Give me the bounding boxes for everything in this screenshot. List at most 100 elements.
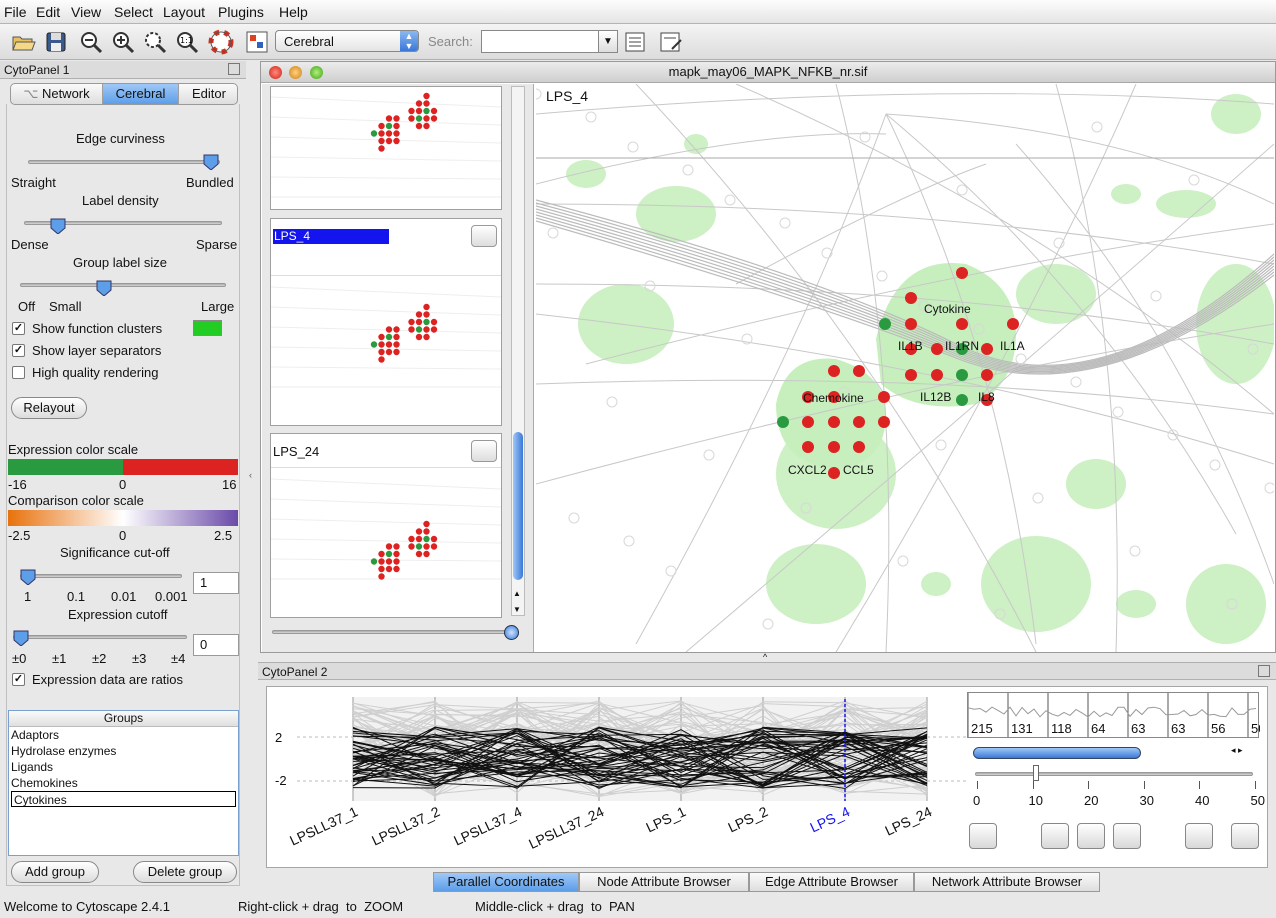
group-label-size-off: Off: [18, 299, 36, 314]
mini-node: [385, 558, 393, 565]
parallel-coordinates-plot[interactable]: LPSLL37_1 LPSLL37_2 LPSLL37_4 LPSLL37_24 LPS…: [267, 687, 967, 867]
canvas-condition-label: LPS_4: [546, 88, 589, 104]
mini-node: [378, 565, 385, 573]
gene-node: [853, 365, 865, 377]
zoom-reset-icon[interactable]: [1077, 823, 1105, 849]
mini-node: [415, 528, 423, 535]
tab-cerebral[interactable]: Cerebral: [103, 84, 179, 104]
relayout-button[interactable]: Relayout: [11, 397, 87, 419]
significance-input[interactable]: 1: [193, 572, 239, 594]
scroll-down-icon[interactable]: ▼: [513, 605, 521, 614]
histogram-scrollbar-thumb[interactable]: [973, 747, 1141, 759]
list-item-selected[interactable]: Cytokines: [11, 791, 236, 807]
expression-scale-max: 16: [222, 477, 237, 492]
status-bar: Welcome to Cytoscape 2.4.1 Right-click +…: [0, 896, 1276, 918]
show-layer-separators-checkbox[interactable]: ✓: [12, 344, 25, 357]
mini-node: [378, 550, 385, 558]
menu-edit[interactable]: Edit: [36, 4, 60, 20]
histogram-strip[interactable]: 215 131 118 64 63 63 56 50: [967, 692, 1265, 738]
thumbnail-zoom-slider[interactable]: [504, 625, 519, 640]
delete-group-button[interactable]: Delete group: [133, 861, 237, 883]
maximize-window-icon[interactable]: [310, 66, 323, 79]
menu-select[interactable]: Select: [114, 4, 153, 20]
list-item[interactable]: Adaptors: [9, 727, 238, 743]
edge-curviness-slider[interactable]: [203, 154, 219, 170]
zoom-fit-icon[interactable]: 1:1: [174, 29, 200, 55]
thumbnail-panel[interactable]: [270, 86, 502, 210]
group-label-size-slider[interactable]: [96, 280, 112, 296]
expression-cutoff-slider[interactable]: [13, 630, 29, 646]
cluster-color-swatch[interactable]: [193, 320, 222, 336]
expand-thumbnail-icon[interactable]: [471, 440, 497, 462]
zoom-icon[interactable]: [1041, 823, 1069, 849]
add-group-button[interactable]: Add group: [11, 861, 99, 883]
float-panel-icon[interactable]: [228, 63, 240, 75]
layout-icon[interactable]: [244, 29, 270, 55]
mini-node: [385, 348, 393, 356]
collapse-arrow-icon[interactable]: ‹: [249, 470, 252, 480]
collapse-arrow-icon[interactable]: ^: [763, 652, 767, 662]
function-cluster-region: [1156, 190, 1216, 218]
menu-plugins[interactable]: Plugins: [218, 4, 264, 20]
search-input[interactable]: [481, 30, 599, 53]
search-options-icon[interactable]: [622, 29, 648, 55]
tab-edge-attribute-browser[interactable]: Edge Attribute Browser: [749, 872, 914, 892]
mini-network: [271, 478, 501, 580]
tab-editor[interactable]: Editor: [179, 84, 237, 104]
show-function-clusters-label: Show function clusters: [32, 321, 163, 336]
menu-file[interactable]: File: [4, 4, 27, 20]
scrollbar-thumb[interactable]: [513, 432, 523, 580]
tab-node-attribute-browser[interactable]: Node Attribute Browser: [579, 872, 749, 892]
float-panel-icon[interactable]: [1258, 665, 1270, 677]
menu-view[interactable]: View: [71, 4, 101, 20]
gene-label: CXCL2: [788, 463, 827, 477]
tab-network-attribute-browser[interactable]: Network Attribute Browser: [914, 872, 1100, 892]
thumbnail-panel[interactable]: LPS_24: [270, 433, 502, 618]
save-icon[interactable]: [43, 29, 69, 55]
label-density-slider[interactable]: [50, 218, 66, 234]
gene-node: [905, 318, 917, 330]
significance-slider[interactable]: [20, 569, 36, 585]
function-cluster-region: [981, 536, 1091, 632]
tab-parallel-coordinates[interactable]: Parallel Coordinates: [433, 872, 579, 892]
menu-help[interactable]: Help: [279, 4, 308, 20]
layout-select[interactable]: Cerebral ▲ ▼: [275, 30, 419, 52]
help-icon[interactable]: [208, 29, 234, 55]
scroll-up-icon[interactable]: ▲: [513, 589, 521, 598]
zoom-out-icon[interactable]: [78, 29, 104, 55]
cytopanel2: LPSLL37_1 LPSLL37_2 LPSLL37_4 LPSLL37_24 LPS…: [258, 680, 1276, 896]
mini-edge: [270, 176, 502, 180]
groups-list: Groups Adaptors Hydrolase enzymes Ligand…: [8, 710, 239, 856]
zoom-in-icon[interactable]: [110, 29, 136, 55]
label-density-max: Sparse: [196, 237, 238, 252]
scroll-left-icon[interactable]: ◂ ▸: [1231, 745, 1243, 756]
mini-node: [423, 318, 430, 326]
search-dropdown-icon[interactable]: ▼: [598, 30, 618, 53]
thumbnails-scrollbar[interactable]: ▲ ▼: [511, 86, 525, 616]
edit-filter-icon[interactable]: [658, 29, 684, 55]
expression-ratios-checkbox[interactable]: ✓: [12, 673, 25, 686]
expand-thumbnail-icon[interactable]: [471, 225, 497, 247]
grid-view-icon[interactable]: [969, 823, 997, 849]
columns-icon[interactable]: [1113, 823, 1141, 849]
open-folder-icon[interactable]: [10, 29, 36, 55]
list-item[interactable]: Ligands: [9, 759, 238, 775]
show-function-clusters-checkbox[interactable]: ✓: [12, 322, 25, 335]
network-canvas[interactable]: LPS_4 Cytokine Chemokine IL1B IL1RN IL1A…: [536, 84, 1274, 652]
list-item[interactable]: Hydrolase enzymes: [9, 743, 238, 759]
high-quality-rendering-checkbox[interactable]: [12, 366, 25, 379]
comparison-scale-label: Comparison color scale: [8, 493, 144, 508]
scale-slider[interactable]: [1033, 765, 1039, 781]
minimize-window-icon[interactable]: [289, 66, 302, 79]
clear-filter-icon[interactable]: [1231, 823, 1259, 849]
thumbnail-panel[interactable]: LPS_4: [270, 218, 502, 426]
filter-icon[interactable]: [1185, 823, 1213, 849]
close-window-icon[interactable]: [269, 66, 282, 79]
list-item[interactable]: Chemokines: [9, 775, 238, 791]
zoom-selected-icon[interactable]: [142, 29, 168, 55]
menu-bar: File Edit View Select Layout Plugins Hel…: [0, 0, 1276, 24]
tab-network[interactable]: ⌥ Network: [11, 84, 103, 104]
divider: [271, 467, 501, 468]
menu-layout[interactable]: Layout: [163, 4, 205, 20]
expression-cutoff-input[interactable]: 0: [193, 634, 239, 656]
